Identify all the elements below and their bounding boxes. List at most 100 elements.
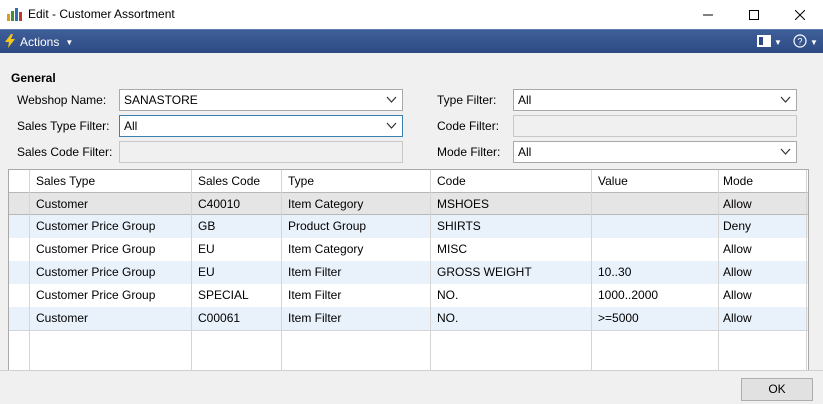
column-divider [430, 170, 431, 404]
assortment-table: Sales Type Sales Code Type Code Value Mo… [8, 169, 809, 404]
cell-mode: Allow [723, 288, 752, 302]
cell-type: Item Filter [288, 288, 342, 302]
chevron-down-icon: ▼ [65, 37, 74, 47]
sales-type-filter-value: All [124, 119, 138, 133]
chevron-down-icon [780, 146, 791, 157]
cell-code: SHIRTS [437, 219, 481, 233]
actions-label: Actions [20, 35, 60, 49]
cell-mode: Allow [723, 311, 752, 325]
column-divider [718, 170, 719, 404]
cell-type: Item Category [288, 197, 364, 211]
cell-type: Product Group [288, 219, 367, 233]
column-header-mode[interactable]: Mode [723, 170, 753, 193]
cell-code: NO. [437, 288, 459, 302]
window-title: Edit - Customer Assortment [28, 7, 175, 21]
column-divider [191, 170, 192, 404]
cell-sales-code: C00061 [198, 311, 241, 325]
cell-sales-type: Customer [36, 197, 89, 211]
minimize-button[interactable] [685, 0, 731, 29]
table-header-row: Sales Type Sales Code Type Code Value Mo… [9, 170, 808, 192]
help-icon: ? [793, 33, 807, 51]
cell-sales-code: GB [198, 219, 216, 233]
layout-icon [757, 34, 771, 50]
title-bar: Edit - Customer Assortment [0, 0, 823, 29]
cell-value: 10..30 [598, 265, 632, 279]
cell-sales-type: Customer [36, 311, 89, 325]
mode-filter-value: All [518, 145, 532, 159]
maximize-icon [749, 9, 759, 20]
content-area: General Webshop Name: SANASTORE Sales Ty… [0, 53, 823, 404]
code-filter-label: Code Filter: [437, 119, 500, 133]
cell-code: MISC [437, 242, 467, 256]
sales-type-filter-label: Sales Type Filter: [17, 119, 110, 133]
column-divider [591, 170, 592, 404]
minimize-icon [703, 10, 713, 20]
type-filter-value: All [518, 93, 532, 107]
column-divider [281, 170, 282, 404]
actions-menu-button[interactable]: Actions ▼ [5, 33, 73, 51]
general-section-title: General [11, 71, 56, 85]
type-filter-select[interactable]: All [513, 89, 797, 111]
help-button[interactable]: ? ▼ [793, 33, 818, 51]
mode-filter-select[interactable]: All [513, 141, 797, 163]
type-filter-label: Type Filter: [437, 93, 497, 107]
cell-mode: Deny [723, 219, 752, 233]
sales-code-filter-label: Sales Code Filter: [17, 145, 113, 159]
svg-text:?: ? [797, 36, 802, 46]
column-header-code[interactable]: Code [437, 170, 466, 193]
webshop-name-select[interactable]: SANASTORE [119, 89, 403, 111]
table-row[interactable]: Customer Price Group GB Product Group SH… [9, 215, 808, 238]
table-row[interactable]: Customer Price Group EU Item Filter GROS… [9, 261, 808, 284]
column-divider [29, 170, 30, 404]
table-row[interactable]: Customer Price Group EU Item Category MI… [9, 238, 808, 261]
column-divider [806, 170, 807, 404]
cell-mode: Allow [723, 265, 752, 279]
table-row[interactable]: Customer Price Group SPECIAL Item Filter… [9, 284, 808, 307]
chevron-down-icon [780, 94, 791, 105]
chevron-down-icon [386, 94, 397, 105]
cell-value: 1000..2000 [598, 288, 659, 302]
table-row[interactable]: Customer C40010 Item Category MSHOES All… [9, 192, 808, 215]
action-bar: Actions ▼ ▼ ? ▼ [0, 29, 823, 53]
cell-mode: Allow [723, 197, 752, 211]
sales-type-filter-select[interactable]: All [119, 115, 403, 137]
cell-type: Item Filter [288, 311, 342, 325]
cell-sales-type: Customer Price Group [36, 242, 156, 256]
cell-type: Item Category [288, 242, 364, 256]
close-icon [795, 9, 805, 20]
close-button[interactable] [777, 0, 823, 29]
chevron-down-icon: ▼ [774, 37, 782, 47]
cell-sales-type: Customer Price Group [36, 219, 156, 233]
dialog-footer: OK [0, 370, 823, 404]
webshop-name-label: Webshop Name: [17, 93, 107, 107]
webshop-name-value: SANASTORE [124, 93, 198, 107]
lightning-icon [5, 33, 15, 51]
chevron-down-icon: ▼ [810, 37, 818, 47]
column-header-sales-type[interactable]: Sales Type [36, 170, 95, 193]
cell-code: GROSS WEIGHT [437, 265, 532, 279]
maximize-button[interactable] [731, 0, 777, 29]
layout-button[interactable]: ▼ [757, 33, 782, 51]
cell-sales-code: EU [198, 242, 215, 256]
app-logo-icon [7, 7, 23, 21]
column-header-type[interactable]: Type [288, 170, 314, 193]
cell-code: MSHOES [437, 197, 490, 211]
ok-button[interactable]: OK [741, 378, 813, 401]
column-header-sales-code[interactable]: Sales Code [198, 170, 260, 193]
cell-sales-type: Customer Price Group [36, 265, 156, 279]
cell-mode: Allow [723, 242, 752, 256]
mode-filter-label: Mode Filter: [437, 145, 501, 159]
cell-value: >=5000 [598, 311, 639, 325]
chevron-down-icon [386, 120, 397, 131]
code-filter-field [513, 115, 797, 137]
table-row[interactable]: Customer C00061 Item Filter NO. >=5000 A… [9, 307, 808, 330]
cell-sales-code: C40010 [198, 197, 241, 211]
row-divider [9, 330, 808, 331]
column-header-value[interactable]: Value [598, 170, 628, 193]
cell-code: NO. [437, 311, 459, 325]
cell-sales-code: SPECIAL [198, 288, 249, 302]
cell-type: Item Filter [288, 265, 342, 279]
cell-sales-code: EU [198, 265, 215, 279]
cell-sales-type: Customer Price Group [36, 288, 156, 302]
sales-code-filter-field [119, 141, 403, 163]
